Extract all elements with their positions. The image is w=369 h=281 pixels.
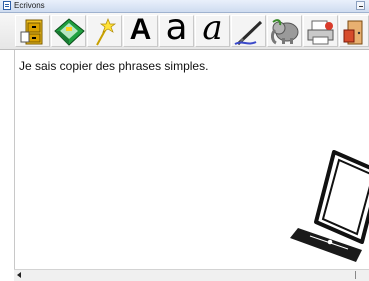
- window-title: Ecrivons: [14, 1, 45, 10]
- document-app-icon: [3, 1, 11, 10]
- font-round-button[interactable]: a: [159, 7, 194, 48]
- cabinet-button[interactable]: [15, 15, 50, 47]
- letter-a-round-glyph: a: [165, 7, 188, 48]
- exit-button[interactable]: [339, 15, 369, 47]
- document-text[interactable]: Je sais copier des phrases simples.: [19, 59, 208, 73]
- minimize-button[interactable]: [356, 1, 365, 10]
- document-area[interactable]: Je sais copier des phrases simples.: [14, 50, 369, 269]
- toolbar: A a a: [0, 7, 369, 50]
- save-button[interactable]: [51, 15, 86, 47]
- magic-button[interactable]: [87, 15, 122, 47]
- font-cursive-button[interactable]: a: [195, 8, 230, 48]
- exit-door-icon: [343, 20, 363, 45]
- laptop-icon: [290, 150, 369, 262]
- diskette-icon: [54, 18, 85, 46]
- pen-icon: [234, 20, 263, 46]
- print-button[interactable]: [303, 15, 338, 47]
- elephant-button[interactable]: [267, 15, 302, 47]
- file-cabinet-icon: [20, 19, 43, 45]
- letter-a-bold-glyph: A: [129, 13, 152, 46]
- horizontal-scrollbar[interactable]: [14, 269, 369, 281]
- magic-wand-icon: [96, 18, 117, 46]
- font-bold-button[interactable]: A: [123, 13, 158, 47]
- scroll-left-arrow-icon[interactable]: [17, 272, 21, 278]
- scroll-track-marker: [355, 271, 356, 279]
- write-button[interactable]: [231, 15, 266, 47]
- printer-icon: [307, 20, 334, 45]
- elephant-icon: [271, 19, 299, 45]
- letter-a-cursive-glyph: a: [202, 8, 223, 48]
